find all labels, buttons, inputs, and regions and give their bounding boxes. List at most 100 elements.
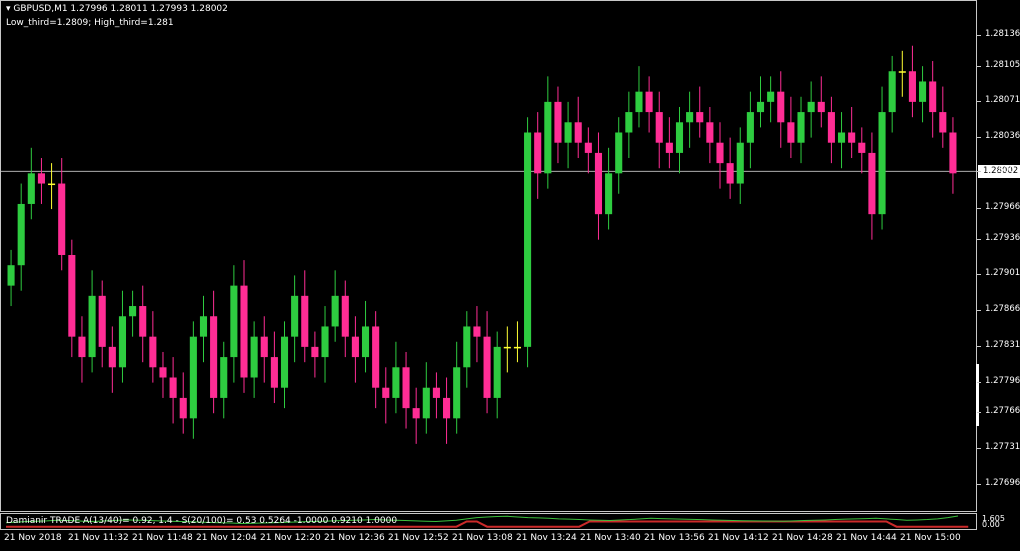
candle-body (746, 112, 754, 143)
candle-body (98, 295, 106, 347)
candle-body (169, 377, 177, 398)
x-tick-label: 21 Nov 13:08 (452, 533, 513, 543)
candle-body (311, 346, 319, 358)
candle-body (199, 316, 208, 337)
candle-body (382, 387, 390, 398)
candle-body (250, 336, 258, 378)
candle-body (868, 152, 876, 215)
candle-body (584, 142, 592, 153)
candle-body (7, 265, 15, 286)
candle-body (230, 285, 238, 358)
symbol-header[interactable]: ▾ GBPUSD,M1 1.27996 1.28011 1.27993 1.28… (6, 4, 228, 14)
x-tick-label: 21 Nov 13:56 (644, 533, 705, 543)
candle-body (939, 112, 947, 133)
candle-body (787, 122, 795, 143)
candle-body (483, 336, 491, 398)
candle-body (118, 316, 127, 368)
candle-body (392, 367, 400, 398)
candle-body (270, 357, 278, 388)
candle-body (321, 326, 329, 358)
y-tick-label: 1.27696 (985, 477, 1020, 488)
candle-body (767, 91, 775, 102)
y-tick-mark (977, 34, 981, 36)
candle-body (686, 112, 694, 123)
x-tick-label: 21 Nov 12:20 (260, 533, 321, 543)
y-tick-mark (977, 208, 981, 210)
candle-body (351, 336, 359, 358)
candle-body (443, 397, 451, 419)
candle-body (108, 346, 116, 368)
candle-body (159, 367, 167, 378)
y-tick-mark (977, 66, 981, 68)
candle-body (726, 163, 734, 184)
y-tick-label: 1.27901 (985, 268, 1020, 279)
candle-body (260, 336, 268, 358)
y-tick-label: 1.27796 (985, 375, 1020, 386)
candle-body (78, 336, 86, 358)
candle-body (463, 326, 471, 368)
indicator-value-bottom: 0.00 (982, 520, 1000, 529)
x-tick-label: 21 Nov 2018 (4, 533, 62, 543)
y-tick-mark (977, 171, 981, 173)
scroll-marker[interactable] (976, 364, 979, 426)
x-tick-label: 21 Nov 14:28 (772, 533, 833, 543)
candle-body (210, 316, 218, 398)
candle-body (574, 122, 582, 143)
candle-body (564, 122, 572, 143)
candle-body (17, 203, 25, 266)
x-tick-label: 21 Nov 11:32 (68, 533, 129, 543)
candle-body (179, 397, 187, 419)
candle-body (37, 173, 45, 184)
y-tick-mark (977, 381, 981, 383)
candle-body (797, 112, 805, 143)
candle-body (88, 295, 96, 358)
x-tick-label: 21 Nov 12:52 (388, 533, 449, 543)
y-tick-label: 1.28071 (985, 94, 1020, 105)
candle-body (777, 91, 785, 123)
dropdown-triangle-icon[interactable]: ▾ (6, 4, 11, 14)
candle-body (675, 122, 684, 153)
candle-body (665, 142, 673, 153)
candle-body (361, 326, 370, 358)
candle-body (27, 173, 35, 204)
candle-body (594, 152, 603, 215)
candle-body (402, 367, 410, 409)
candle-body (68, 255, 76, 337)
y-tick-mark (977, 136, 981, 138)
candle-body (837, 132, 846, 143)
candle-body (524, 132, 532, 347)
y-tick-label: 1.27766 (985, 406, 1020, 417)
candle-body (615, 132, 623, 174)
candle-body (888, 71, 896, 113)
y-tick-label: 1.27866 (985, 304, 1020, 315)
y-tick-mark (977, 345, 981, 347)
candle-body (189, 336, 197, 419)
y-tick-mark (977, 447, 981, 449)
candle-body (341, 295, 349, 337)
candle-body (908, 71, 916, 102)
y-tick-mark (977, 412, 981, 414)
y-tick-label: 1.27966 (985, 202, 1020, 213)
x-tick-label: 21 Nov 11:48 (132, 533, 193, 543)
candle-body (706, 122, 714, 143)
candle-body (898, 71, 906, 73)
y-tick-label: 1.28036 (985, 130, 1020, 141)
x-tick-label: 21 Nov 13:40 (580, 533, 641, 543)
candle-body (807, 101, 815, 113)
x-tick-label: 21 Nov 14:12 (708, 533, 769, 543)
candle-body (412, 408, 420, 419)
candle-body (756, 101, 765, 113)
candle-body (534, 132, 542, 174)
y-tick-mark (977, 274, 981, 276)
candle-body (848, 132, 856, 143)
candle-body (919, 81, 927, 102)
candle-body (139, 306, 147, 337)
candle-body (554, 101, 562, 143)
candlestick-chart[interactable] (0, 0, 1020, 551)
candle-body (625, 112, 633, 133)
x-tick-label: 21 Nov 14:44 (836, 533, 897, 543)
candle-body (331, 295, 339, 327)
candle-body (220, 357, 228, 398)
y-tick-label: 1.27936 (985, 232, 1020, 243)
x-tick-label: 21 Nov 12:36 (324, 533, 385, 543)
